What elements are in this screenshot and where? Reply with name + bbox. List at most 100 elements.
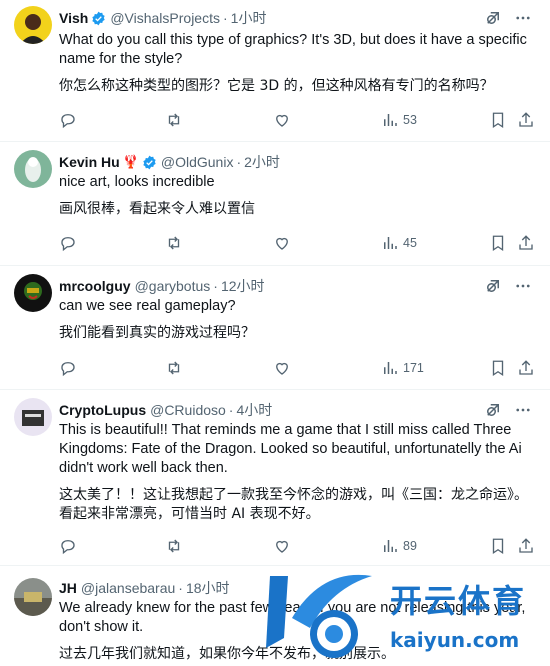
- avatar[interactable]: [14, 274, 52, 312]
- views-count: 45: [403, 236, 417, 250]
- bookmark-button[interactable]: [489, 358, 507, 378]
- grok-icon[interactable]: [484, 9, 502, 27]
- more-options-icon[interactable]: [514, 277, 532, 295]
- share-icon: [519, 360, 533, 375]
- grok-icon[interactable]: [484, 401, 502, 419]
- like-button[interactable]: [273, 233, 291, 253]
- views-count: 89: [403, 539, 417, 553]
- grok-icon[interactable]: [484, 277, 502, 295]
- author-name[interactable]: JH: [59, 580, 77, 596]
- timestamp[interactable]: 4小时: [236, 400, 272, 420]
- tweet-text: This is beautiful!! That reminds me a ga…: [59, 422, 526, 476]
- reply-tweet[interactable]: CryptoLupus @CRuidoso · 4小时 This is beau…: [0, 390, 550, 566]
- tweet-text: We already knew for the past few years i…: [59, 600, 530, 635]
- reply-button[interactable]: [59, 233, 77, 253]
- reply-icon: [61, 540, 75, 555]
- separator-dot: ·: [228, 402, 234, 418]
- tweet-actions: 89: [59, 536, 534, 556]
- views-icon: [384, 114, 397, 126]
- author-name[interactable]: Vish: [59, 10, 88, 26]
- views-button[interactable]: 89: [381, 536, 417, 556]
- more-options-icon[interactable]: [514, 401, 532, 419]
- tweet-translation: 画风很棒，看起来令人难以置信: [59, 201, 255, 217]
- timestamp[interactable]: 2小时: [244, 152, 280, 172]
- like-button[interactable]: [273, 358, 291, 378]
- tweet-text: What do you call this type of graphics? …: [59, 32, 531, 67]
- heart-icon: [276, 540, 288, 553]
- reply-button[interactable]: [59, 358, 77, 378]
- author-handle[interactable]: @jalansebarau: [81, 580, 175, 596]
- views-button[interactable]: 53: [381, 110, 417, 130]
- retweet-icon: [168, 113, 180, 127]
- views-icon: [384, 540, 397, 552]
- reply-icon: [61, 237, 75, 252]
- like-button[interactable]: [273, 536, 291, 556]
- separator-dot: ·: [178, 580, 183, 596]
- bookmark-icon: [492, 360, 504, 377]
- separator-dot: ·: [236, 154, 242, 170]
- author-handle[interactable]: @garybotus: [135, 278, 211, 294]
- reply-tweet[interactable]: Kevin Hu 🦞 @OldGunix · 2小时 nice art, loo…: [0, 142, 550, 266]
- author-name[interactable]: CryptoLupus: [59, 402, 146, 418]
- author-name[interactable]: mrcoolguy: [59, 278, 131, 294]
- tweet-translation: 这太美了！！这让我想起了一款我至今怀念的游戏，叫《三国：龙之命运》。看起来非常漂…: [59, 487, 528, 522]
- reply-button[interactable]: [59, 110, 77, 130]
- timestamp[interactable]: 12小时: [221, 276, 265, 296]
- bookmark-button[interactable]: [489, 110, 507, 130]
- share-icon: [519, 538, 533, 553]
- views-button[interactable]: 45: [381, 233, 417, 253]
- heart-icon: [276, 114, 288, 127]
- share-icon: [519, 235, 533, 250]
- tweet-actions: 53: [59, 110, 534, 130]
- views-count: 53: [403, 113, 417, 127]
- views-count: 171: [403, 361, 424, 375]
- bookmark-icon: [492, 235, 504, 252]
- separator-dot: ·: [222, 10, 228, 26]
- bookmark-button[interactable]: [489, 536, 507, 556]
- retweet-icon: [168, 539, 180, 553]
- tweet-header: mrcoolguy @garybotus · 12小时: [59, 276, 534, 296]
- tweet-text: nice art, looks incredible: [59, 174, 215, 190]
- retweet-button[interactable]: [165, 358, 183, 378]
- views-button[interactable]: 171: [381, 358, 424, 378]
- retweet-button[interactable]: [165, 110, 183, 130]
- tweet-actions: 171: [59, 358, 534, 378]
- author-handle[interactable]: @VishalsProjects: [110, 10, 220, 26]
- reply-tweet[interactable]: mrcoolguy @garybotus · 12小时 can we see r…: [0, 266, 550, 390]
- author-handle[interactable]: @CRuidoso: [150, 402, 226, 418]
- verified-badge-icon: [143, 155, 156, 169]
- retweet-button[interactable]: [165, 536, 183, 556]
- bookmark-icon: [492, 538, 504, 555]
- timestamp[interactable]: 18小时: [186, 578, 230, 598]
- author-handle[interactable]: @OldGunix: [161, 154, 234, 170]
- retweet-icon: [168, 236, 180, 250]
- more-options-icon[interactable]: [514, 9, 532, 27]
- reply-tweet[interactable]: JH @jalansebarau · 18小时 We already knew …: [0, 566, 550, 666]
- reply-button[interactable]: [59, 536, 77, 556]
- share-button[interactable]: [517, 536, 535, 556]
- tweet-text: can we see real gameplay?: [59, 298, 236, 314]
- retweet-icon: [168, 361, 180, 375]
- bookmark-icon: [492, 112, 504, 129]
- retweet-button[interactable]: [165, 233, 183, 253]
- views-icon: [384, 362, 397, 374]
- timestamp[interactable]: 1小时: [231, 8, 267, 28]
- reply-tweet[interactable]: Vish @VishalsProjects · 1小时 What do you …: [0, 0, 550, 142]
- reply-icon: [61, 362, 75, 377]
- share-button[interactable]: [517, 110, 535, 130]
- like-button[interactable]: [273, 110, 291, 130]
- avatar[interactable]: [14, 578, 52, 616]
- tweet-header: Vish @VishalsProjects · 1小时: [59, 8, 534, 28]
- verified-badge-icon: [92, 11, 105, 25]
- reply-icon: [61, 114, 75, 129]
- share-icon: [519, 112, 533, 127]
- author-name[interactable]: Kevin Hu: [59, 154, 120, 170]
- share-button[interactable]: [517, 233, 535, 253]
- avatar[interactable]: [14, 398, 52, 436]
- avatar[interactable]: [14, 6, 52, 44]
- separator-dot: ·: [213, 278, 218, 294]
- avatar[interactable]: [14, 150, 52, 188]
- bookmark-button[interactable]: [489, 233, 507, 253]
- tweet-actions: 45: [59, 233, 534, 253]
- share-button[interactable]: [517, 358, 535, 378]
